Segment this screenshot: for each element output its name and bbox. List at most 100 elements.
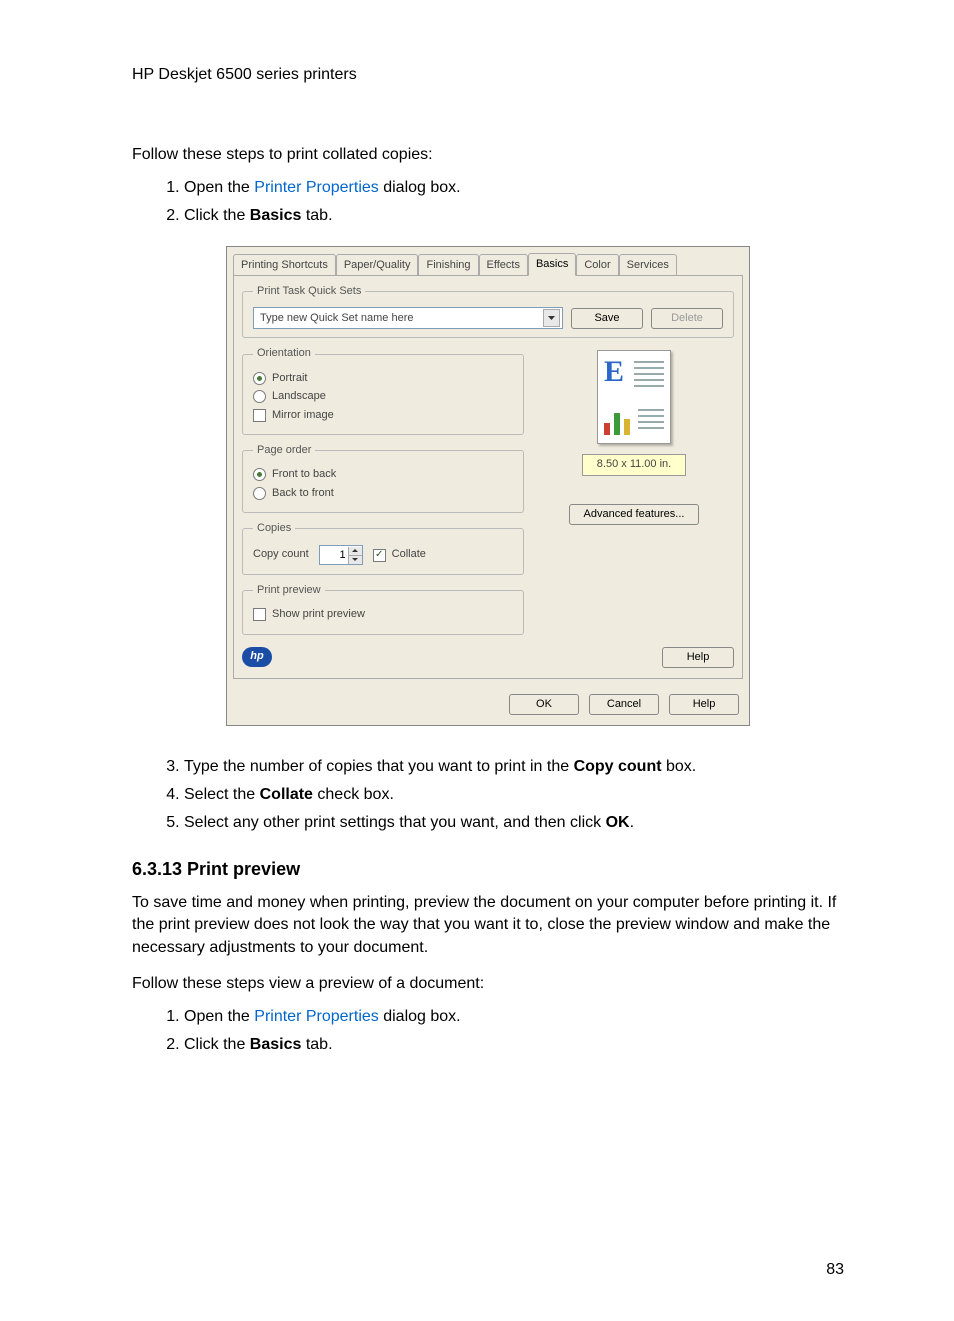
step-3: Type the number of copies that you want … xyxy=(184,756,844,778)
checkbox-icon xyxy=(373,549,386,562)
step-2-prefix: Click the xyxy=(184,207,250,224)
show-preview-checkbox[interactable]: Show print preview xyxy=(253,607,513,622)
section-heading: 6.3.13 Print preview xyxy=(132,857,844,882)
tab-printing-shortcuts[interactable]: Printing Shortcuts xyxy=(233,254,336,277)
tab-effects[interactable]: Effects xyxy=(479,254,528,277)
copy-count-bold: Copy count xyxy=(574,758,662,775)
chevron-down-icon xyxy=(548,316,555,320)
basics-bold-2: Basics xyxy=(250,1036,302,1053)
step-1b-suffix: dialog box. xyxy=(379,1008,461,1025)
chevron-up-icon xyxy=(352,549,358,552)
step-4-prefix: Select the xyxy=(184,786,260,803)
preview-column: E 8.50 x 11.00 in. Advanced features... xyxy=(534,346,734,642)
mirror-checkbox[interactable]: Mirror image xyxy=(253,408,513,423)
radio-icon xyxy=(253,487,266,500)
advanced-features-button[interactable]: Advanced features... xyxy=(569,504,699,525)
step-2b: Click the Basics tab. xyxy=(184,1034,844,1056)
step-4-suffix: check box. xyxy=(313,786,394,803)
step-5-prefix: Select any other print settings that you… xyxy=(184,814,606,831)
step-2b-suffix: tab. xyxy=(301,1036,332,1053)
quick-set-value: Type new Quick Set name here xyxy=(260,311,413,326)
step-4: Select the Collate check box. xyxy=(184,784,844,806)
paper-dimensions-badge: 8.50 x 11.00 in. xyxy=(582,454,686,475)
copies-group: Copies Copy count xyxy=(242,521,524,575)
landscape-radio[interactable]: Landscape xyxy=(253,389,513,404)
ok-button[interactable]: OK xyxy=(509,694,579,715)
dialog-figure: Printing Shortcuts Paper/Quality Finishi… xyxy=(132,246,844,726)
front-to-back-label: Front to back xyxy=(272,467,336,482)
delete-button: Delete xyxy=(651,308,723,329)
step-3-suffix: box. xyxy=(662,758,697,775)
steps-list-2: Type the number of copies that you want … xyxy=(132,756,844,835)
copy-count-spinner[interactable] xyxy=(319,545,363,565)
ok-bold: OK xyxy=(606,814,630,831)
copy-count-input[interactable] xyxy=(320,547,348,563)
radio-icon xyxy=(253,372,266,385)
print-preview-legend: Print preview xyxy=(253,583,325,598)
collate-label: Collate xyxy=(392,547,426,562)
step-2-suffix: tab. xyxy=(301,207,332,224)
step-1b: Open the Printer Properties dialog box. xyxy=(184,1006,844,1028)
help-button-inside[interactable]: Help xyxy=(662,647,734,668)
intro-text-1: Follow these steps to print collated cop… xyxy=(132,144,844,166)
copies-legend: Copies xyxy=(253,521,295,536)
back-to-front-radio[interactable]: Back to front xyxy=(253,486,513,501)
tab-basics[interactable]: Basics xyxy=(528,253,576,276)
step-1: Open the Printer Properties dialog box. xyxy=(184,177,844,199)
back-to-front-label: Back to front xyxy=(272,486,334,501)
page-order-legend: Page order xyxy=(253,443,315,458)
page-preview-thumbnail: E xyxy=(597,350,671,444)
page-header: HP Deskjet 6500 series printers xyxy=(132,64,844,86)
radio-icon xyxy=(253,390,266,403)
mirror-label: Mirror image xyxy=(272,408,334,423)
portrait-label: Portrait xyxy=(272,371,307,386)
front-to-back-radio[interactable]: Front to back xyxy=(253,467,513,482)
portrait-radio[interactable]: Portrait xyxy=(253,371,513,386)
collate-checkbox[interactable]: Collate xyxy=(373,547,426,562)
radio-icon xyxy=(253,468,266,481)
chevron-down-icon xyxy=(352,558,358,561)
page-number: 83 xyxy=(826,1259,844,1281)
quick-sets-legend: Print Task Quick Sets xyxy=(253,284,365,299)
steps-list-1: Open the Printer Properties dialog box. … xyxy=(132,177,844,228)
basics-panel: Print Task Quick Sets Type new Quick Set… xyxy=(233,275,743,679)
copy-count-label: Copy count xyxy=(253,547,309,562)
orientation-legend: Orientation xyxy=(253,346,315,361)
step-1b-prefix: Open the xyxy=(184,1008,254,1025)
quick-set-combo[interactable]: Type new Quick Set name here xyxy=(253,307,563,329)
tab-strip: Printing Shortcuts Paper/Quality Finishi… xyxy=(227,247,749,276)
document-page: HP Deskjet 6500 series printers Follow t… xyxy=(0,0,954,1321)
spin-down-button[interactable] xyxy=(348,556,362,564)
print-preview-group: Print preview Show print preview xyxy=(242,583,524,635)
tab-paper-quality[interactable]: Paper/Quality xyxy=(336,254,419,277)
tab-services[interactable]: Services xyxy=(619,254,677,277)
step-3-prefix: Type the number of copies that you want … xyxy=(184,758,574,775)
help-button[interactable]: Help xyxy=(669,694,739,715)
printer-properties-link-2[interactable]: Printer Properties xyxy=(254,1008,379,1025)
preview-chart-icon xyxy=(604,403,632,435)
preview-letter-icon: E xyxy=(604,357,630,391)
spin-up-button[interactable] xyxy=(348,547,362,556)
tab-color[interactable]: Color xyxy=(576,254,618,277)
step-2: Click the Basics tab. xyxy=(184,205,844,227)
quick-sets-group: Print Task Quick Sets Type new Quick Set… xyxy=(242,284,734,338)
hp-logo-icon[interactable]: hp xyxy=(242,647,272,667)
step-1-suffix: dialog box. xyxy=(379,179,461,196)
steps-list-3: Open the Printer Properties dialog box. … xyxy=(132,1006,844,1057)
step-5-suffix: . xyxy=(630,814,634,831)
step-1-prefix: Open the xyxy=(184,179,254,196)
page-order-group: Page order Front to back Back to front xyxy=(242,443,524,513)
printer-properties-dialog: Printing Shortcuts Paper/Quality Finishi… xyxy=(226,246,750,726)
checkbox-icon xyxy=(253,608,266,621)
tab-finishing[interactable]: Finishing xyxy=(418,254,478,277)
checkbox-icon xyxy=(253,409,266,422)
combo-dropdown-button[interactable] xyxy=(543,309,560,327)
printer-properties-link[interactable]: Printer Properties xyxy=(254,179,379,196)
section-paragraph: To save time and money when printing, pr… xyxy=(132,892,844,959)
landscape-label: Landscape xyxy=(272,389,326,404)
step-5: Select any other print settings that you… xyxy=(184,812,844,834)
step-2b-prefix: Click the xyxy=(184,1036,250,1053)
cancel-button[interactable]: Cancel xyxy=(589,694,659,715)
dialog-footer: OK Cancel Help xyxy=(227,686,749,725)
save-button[interactable]: Save xyxy=(571,308,643,329)
